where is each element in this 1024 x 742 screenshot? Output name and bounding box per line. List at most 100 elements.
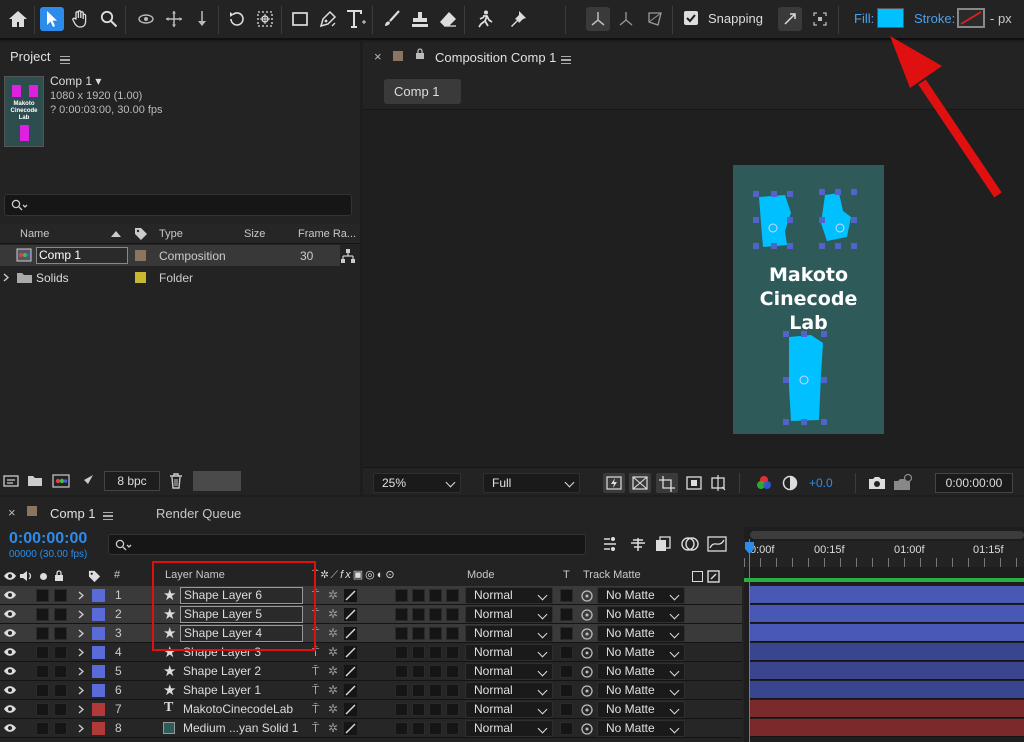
comp-flowchart-icon[interactable] xyxy=(602,536,620,552)
visibility-eye-icon[interactable] xyxy=(3,647,17,657)
quality-switch-icon[interactable] xyxy=(344,589,357,602)
track-matte-dropdown[interactable]: No Matte xyxy=(597,682,685,699)
track-matte-dropdown[interactable]: No Matte xyxy=(597,606,685,623)
close-tab-icon[interactable]: × xyxy=(374,49,382,64)
toggle-mask-icon[interactable] xyxy=(685,475,703,491)
track-matte-dropdown[interactable]: No Matte xyxy=(597,644,685,661)
collapse-switch-icon[interactable]: ✲ xyxy=(328,626,338,640)
composition-canvas[interactable]: Makoto Cinecode Lab xyxy=(733,165,884,434)
quality-switch-icon[interactable] xyxy=(344,684,357,697)
collapse-switch-icon[interactable]: ✲ xyxy=(328,645,338,659)
project-panel-title[interactable]: Project xyxy=(10,49,50,64)
track-matte-header[interactable]: Track Matte xyxy=(583,569,641,581)
lock-switch[interactable] xyxy=(54,608,67,621)
graph-editor-icon[interactable] xyxy=(707,535,727,553)
3d-layer-switch[interactable] xyxy=(446,665,459,678)
mode-header[interactable]: Mode xyxy=(467,569,495,581)
preserve-transparency-switch[interactable] xyxy=(560,646,573,659)
new-folder-icon[interactable] xyxy=(27,474,43,488)
work-area-bar[interactable] xyxy=(744,578,1024,582)
motion-blur-switch[interactable] xyxy=(412,627,425,640)
time-navigator-bar[interactable] xyxy=(750,531,1024,539)
preserve-transparency-switch[interactable] xyxy=(560,608,573,621)
layer-name[interactable]: Shape Layer 2 xyxy=(183,664,261,678)
effects-switch[interactable] xyxy=(395,627,408,640)
project-item-name-editing[interactable]: Comp 1 xyxy=(36,247,128,264)
chevron-right-icon[interactable] xyxy=(78,610,84,619)
layer-label-color[interactable] xyxy=(92,703,105,716)
col-frame-rate[interactable]: Frame Ra... xyxy=(298,228,356,240)
layer-row[interactable]: 5 ★ Shape Layer 2 ⍑ ✲ Normal No Matte xyxy=(0,662,742,681)
lock-switch[interactable] xyxy=(54,684,67,697)
chevron-right-icon[interactable] xyxy=(78,591,84,600)
view-axis-mode-icon[interactable] xyxy=(643,7,667,31)
chevron-right-icon[interactable] xyxy=(78,648,84,657)
solo-header-icon[interactable] xyxy=(40,573,47,580)
motion-blur-icon[interactable] xyxy=(680,535,700,553)
blend-mode-dropdown[interactable]: Normal xyxy=(465,720,553,737)
collapse-switch-icon[interactable]: ✲ xyxy=(328,664,338,678)
playhead-icon[interactable] xyxy=(744,541,755,555)
track-matte-dropdown[interactable]: No Matte xyxy=(597,701,685,718)
lock-switch[interactable] xyxy=(54,627,67,640)
trash-icon[interactable] xyxy=(169,473,183,489)
project-item-solids[interactable]: Solids Folder xyxy=(0,267,340,288)
comp-info-name[interactable]: Comp 1 ▾ xyxy=(50,74,101,88)
guides-grid-icon[interactable] xyxy=(710,474,728,492)
motion-blur-switch[interactable] xyxy=(412,646,425,659)
3d-layer-switch[interactable] xyxy=(446,703,459,716)
transparency-grid-icon[interactable] xyxy=(629,473,651,493)
quality-switch-icon[interactable] xyxy=(344,646,357,659)
timeline-tab-render-queue[interactable]: Render Queue xyxy=(156,506,241,521)
blend-mode-dropdown[interactable]: Normal xyxy=(465,682,553,699)
puppet-pin-tool-icon[interactable] xyxy=(506,7,530,31)
eraser-tool-icon[interactable] xyxy=(436,7,460,31)
preserve-transparency-header[interactable]: T xyxy=(563,569,570,581)
layer-name[interactable]: MakotoCinecodeLab xyxy=(183,702,293,716)
layer-duration-bar[interactable] xyxy=(750,681,1024,699)
region-of-interest-icon[interactable] xyxy=(656,473,678,493)
layer-row[interactable]: 1 ★ Shape Layer 6 ⍑ ✲ Normal No Matte xyxy=(0,586,742,605)
visibility-eye-icon[interactable] xyxy=(3,666,17,676)
snap-edges-icon[interactable] xyxy=(808,7,832,31)
preserve-transparency-switch[interactable] xyxy=(560,703,573,716)
fill-label[interactable]: Fill: xyxy=(854,11,874,26)
fill-color-swatch[interactable] xyxy=(877,8,904,28)
close-timeline-tab-icon[interactable]: × xyxy=(8,505,16,520)
3d-layer-switch[interactable] xyxy=(446,684,459,697)
motion-blur-switch[interactable] xyxy=(412,665,425,678)
preserve-transparency-switch[interactable] xyxy=(560,627,573,640)
3d-layer-switch[interactable] xyxy=(446,608,459,621)
project-panel-menu-icon[interactable] xyxy=(60,56,70,64)
layer-label-color[interactable] xyxy=(92,684,105,697)
zoom-tool-icon[interactable] xyxy=(97,7,121,31)
layer-row[interactable]: 4 ★ Shape Layer 3 ⍑ ✲ Normal No Matte xyxy=(0,643,742,662)
visibility-eye-icon[interactable] xyxy=(3,704,17,714)
visibility-eye-icon[interactable] xyxy=(3,609,17,619)
lock-icon[interactable] xyxy=(415,48,425,60)
layer-duration-bar[interactable] xyxy=(750,643,1024,661)
adjustment-switch[interactable] xyxy=(429,665,442,678)
motion-blur-switch[interactable] xyxy=(412,722,425,735)
3d-layer-switch[interactable] xyxy=(446,589,459,602)
video-eye-header-icon[interactable] xyxy=(3,571,17,581)
blend-mode-dropdown[interactable]: Normal xyxy=(465,644,553,661)
preserve-transparency-switch[interactable] xyxy=(560,589,573,602)
brush-tool-icon[interactable] xyxy=(380,7,404,31)
3d-layer-switch[interactable] xyxy=(446,627,459,640)
label-color-swatch[interactable] xyxy=(135,272,146,283)
lock-switch[interactable] xyxy=(54,589,67,602)
visibility-eye-icon[interactable] xyxy=(3,628,17,638)
collapse-switch-icon[interactable]: ✲ xyxy=(328,607,338,621)
audio-speaker-header-icon[interactable] xyxy=(19,570,33,582)
world-axis-mode-icon[interactable] xyxy=(614,7,638,31)
chevron-right-icon[interactable] xyxy=(78,667,84,676)
hand-tool-icon[interactable] xyxy=(68,7,92,31)
thumbnail-transparency-swatch[interactable] xyxy=(193,471,241,491)
rectangle-tool-icon[interactable] xyxy=(288,7,312,31)
lock-switch[interactable] xyxy=(54,722,67,735)
composition-tab-title[interactable]: Composition Comp 1 xyxy=(435,50,556,65)
layer-duration-bar[interactable] xyxy=(750,624,1024,642)
frame-blending-icon[interactable] xyxy=(654,535,672,553)
reset-exposure-icon[interactable] xyxy=(781,474,799,492)
